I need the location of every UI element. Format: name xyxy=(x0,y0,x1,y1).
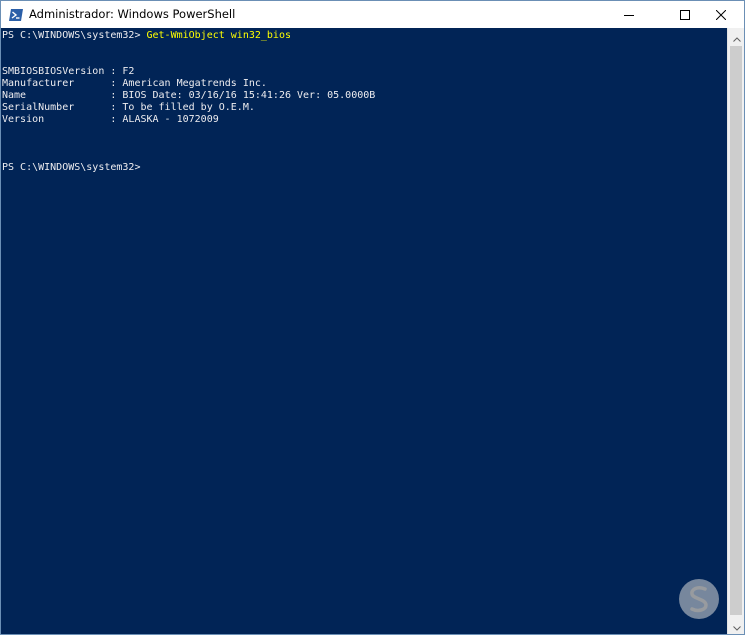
powershell-icon xyxy=(9,7,23,21)
title-bar[interactable]: Administrador: Windows PowerShell xyxy=(1,1,744,28)
prompt-text: PS C:\WINDOWS\system32> xyxy=(2,30,147,41)
close-icon xyxy=(715,5,727,24)
maximize-icon xyxy=(680,5,690,24)
command-text: Get-WmiObject win32_bios xyxy=(146,30,292,41)
output-line: Manufacturer : American Megatrends Inc. xyxy=(2,78,267,89)
vertical-scrollbar[interactable] xyxy=(727,28,744,634)
output-line: Name : BIOS Date: 03/16/16 15:41:26 Ver:… xyxy=(2,90,376,101)
output-line: SMBIOSBIOSVersion : F2 xyxy=(2,66,135,77)
scroll-up-button[interactable] xyxy=(728,28,745,45)
close-button[interactable] xyxy=(698,1,744,28)
prompt-line: PS C:\WINDOWS\system32> xyxy=(2,162,141,173)
minimize-icon xyxy=(624,5,634,24)
minimize-button[interactable] xyxy=(606,1,652,28)
window-title: Administrador: Windows PowerShell xyxy=(29,7,236,21)
scroll-thumb[interactable] xyxy=(730,46,742,615)
powershell-window: Administrador: Windows PowerShell PS C:\… xyxy=(0,0,745,635)
console-output-area[interactable]: PS C:\WINDOWS\system32> Get-WmiObject wi… xyxy=(1,28,727,634)
solvetic-logo xyxy=(655,575,743,633)
chevron-up-icon xyxy=(732,27,741,46)
output-line: Version : ALASKA - 1072009 xyxy=(2,114,219,125)
output-line: SerialNumber : To be filled by O.E.M. xyxy=(2,102,255,113)
command-line: PS C:\WINDOWS\system32> Get-WmiObject wi… xyxy=(2,30,291,42)
